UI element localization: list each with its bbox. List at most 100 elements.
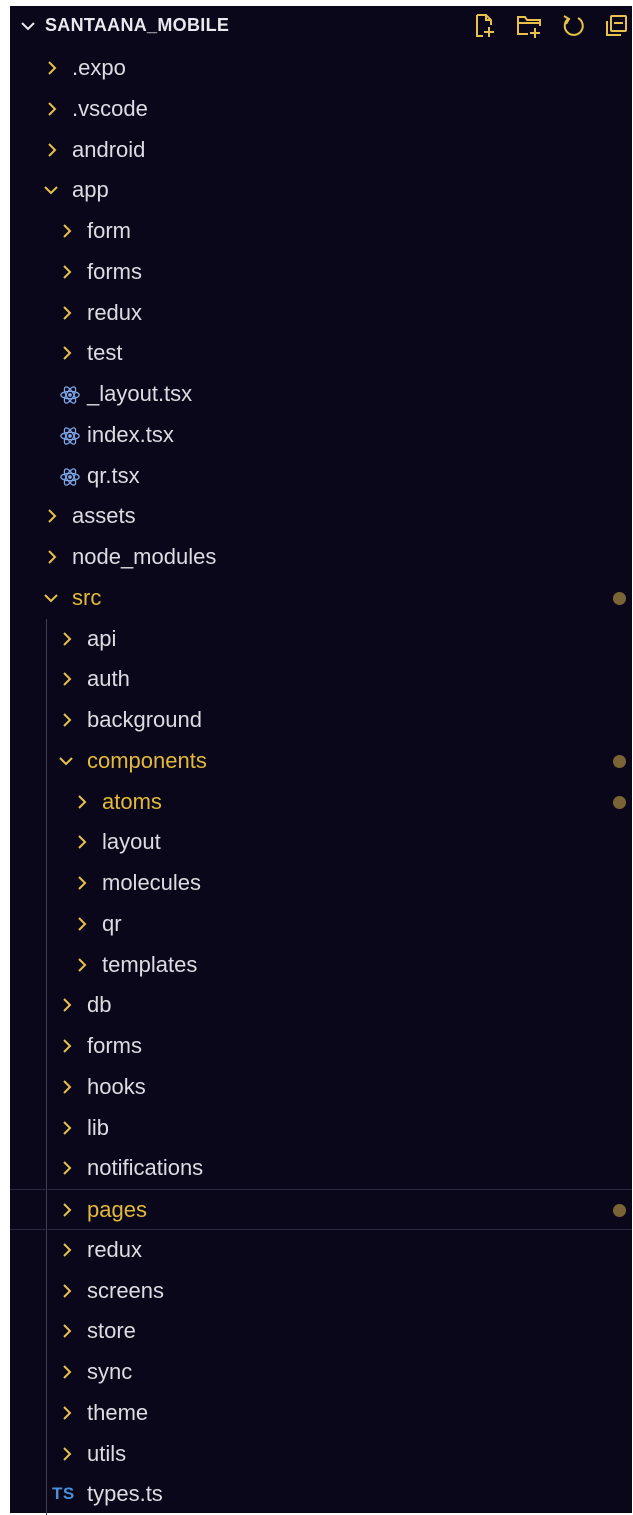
modified-indicator xyxy=(613,755,626,768)
tree-item-label: types.ts xyxy=(87,1482,163,1506)
collapse-all-icon[interactable] xyxy=(604,13,630,39)
tree-item-label: assets xyxy=(72,504,136,528)
tree-item-label: index.tsx xyxy=(87,423,174,447)
folder-vscode[interactable]: .vscode xyxy=(10,89,632,130)
folder-templates[interactable]: templates xyxy=(10,945,632,986)
folder-utils[interactable]: utils xyxy=(10,1434,632,1475)
tree-item-label: templates xyxy=(102,953,197,977)
file-layout-tsx[interactable]: _layout.tsx xyxy=(10,374,632,415)
chevron-right-icon[interactable] xyxy=(45,549,59,565)
modified-indicator xyxy=(613,796,626,809)
chevron-right-icon[interactable] xyxy=(45,142,59,158)
folder-atoms[interactable]: atoms xyxy=(10,782,632,823)
tree-item-label: atoms xyxy=(102,790,162,814)
chevron-right-icon[interactable] xyxy=(45,508,59,524)
chevron-down-icon[interactable] xyxy=(59,753,73,769)
chevron-right-icon[interactable] xyxy=(60,1364,74,1380)
chevron-right-icon[interactable] xyxy=(45,101,59,117)
tree-item-label: notifications xyxy=(87,1156,203,1180)
chevron-down-icon[interactable] xyxy=(44,590,58,606)
folder-db[interactable]: db xyxy=(10,985,632,1026)
chevron-right-icon[interactable] xyxy=(60,1079,74,1095)
chevron-right-icon[interactable] xyxy=(60,712,74,728)
chevron-right-icon[interactable] xyxy=(60,1405,74,1421)
chevron-right-icon[interactable] xyxy=(60,997,74,1013)
file-index-tsx[interactable]: index.tsx xyxy=(10,415,632,456)
folder-theme[interactable]: theme xyxy=(10,1393,632,1434)
chevron-down-icon[interactable] xyxy=(20,18,36,34)
folder-molecules[interactable]: molecules xyxy=(10,863,632,904)
chevron-right-icon[interactable] xyxy=(60,1283,74,1299)
chevron-right-icon[interactable] xyxy=(60,1323,74,1339)
explorer-header[interactable]: SANTAANA_MOBILE xyxy=(10,6,632,46)
folder-notifications[interactable]: notifications xyxy=(10,1148,632,1189)
folder-components[interactable]: components xyxy=(10,741,632,782)
folder-qr[interactable]: qr xyxy=(10,904,632,945)
folder-node-modules[interactable]: node_modules xyxy=(10,537,632,578)
file-types-ts[interactable]: TS types.ts xyxy=(10,1474,632,1515)
folder-screens[interactable]: screens xyxy=(10,1271,632,1312)
folder-background[interactable]: background xyxy=(10,700,632,741)
folder-sync[interactable]: sync xyxy=(10,1352,632,1393)
tree-item-label: node_modules xyxy=(72,545,216,569)
chevron-right-icon[interactable] xyxy=(75,834,89,850)
tree-item-label: background xyxy=(87,708,202,732)
tree-item-label: .expo xyxy=(72,56,126,80)
folder-layout[interactable]: layout xyxy=(10,822,632,863)
folder-forms[interactable]: forms xyxy=(10,1026,632,1067)
chevron-right-icon[interactable] xyxy=(75,794,89,810)
typescript-icon: TS xyxy=(52,1484,75,1504)
folder-expo[interactable]: .expo xyxy=(10,48,632,89)
chevron-right-icon[interactable] xyxy=(60,305,74,321)
folder-auth[interactable]: auth xyxy=(10,659,632,700)
tree-item-label: molecules xyxy=(102,871,201,895)
folder-lib[interactable]: lib xyxy=(10,1108,632,1149)
tree-item-label: test xyxy=(87,341,122,365)
chevron-right-icon[interactable] xyxy=(45,60,59,76)
tree-item-label: api xyxy=(87,627,116,651)
folder-src[interactable]: src xyxy=(10,578,632,619)
chevron-right-icon[interactable] xyxy=(60,264,74,280)
tree-item-label: screens xyxy=(87,1279,164,1303)
folder-app[interactable]: app xyxy=(10,170,632,211)
new-folder-icon[interactable] xyxy=(516,13,542,39)
folder-pages[interactable]: pages xyxy=(10,1189,632,1230)
file-qr-tsx[interactable]: qr.tsx xyxy=(10,456,632,497)
folder-api[interactable]: api xyxy=(10,619,632,660)
chevron-right-icon[interactable] xyxy=(60,1120,74,1136)
folder-redux[interactable]: redux xyxy=(10,293,632,334)
explorer-title: SANTAANA_MOBILE xyxy=(45,15,229,36)
folder-android[interactable]: android xyxy=(10,130,632,171)
chevron-right-icon[interactable] xyxy=(60,223,74,239)
file-explorer: SANTAANA_MOBILE .expo .vscode androidapp fo… xyxy=(10,6,632,1513)
chevron-right-icon[interactable] xyxy=(60,1160,74,1176)
chevron-right-icon[interactable] xyxy=(60,1202,74,1218)
chevron-right-icon[interactable] xyxy=(60,671,74,687)
tree-item-label: form xyxy=(87,219,131,243)
chevron-right-icon[interactable] xyxy=(75,875,89,891)
folder-redux[interactable]: redux xyxy=(10,1230,632,1271)
chevron-right-icon[interactable] xyxy=(75,957,89,973)
chevron-right-icon[interactable] xyxy=(75,916,89,932)
folder-test[interactable]: test xyxy=(10,333,632,374)
folder-hooks[interactable]: hooks xyxy=(10,1067,632,1108)
folder-assets[interactable]: assets xyxy=(10,496,632,537)
tree-item-label: store xyxy=(87,1319,136,1343)
refresh-icon[interactable] xyxy=(560,13,586,39)
tree-item-label: pages xyxy=(87,1198,147,1222)
modified-indicator xyxy=(613,592,626,605)
folder-form[interactable]: form xyxy=(10,211,632,252)
folder-store[interactable]: store xyxy=(10,1311,632,1352)
chevron-right-icon[interactable] xyxy=(60,1242,74,1258)
chevron-down-icon[interactable] xyxy=(44,182,58,198)
chevron-right-icon[interactable] xyxy=(60,1446,74,1462)
tree-item-label: theme xyxy=(87,1401,148,1425)
new-file-icon[interactable] xyxy=(472,13,498,39)
folder-forms[interactable]: forms xyxy=(10,252,632,293)
chevron-right-icon[interactable] xyxy=(60,631,74,647)
tree-item-label: .vscode xyxy=(72,97,148,121)
react-icon xyxy=(59,466,81,488)
chevron-right-icon[interactable] xyxy=(60,345,74,361)
chevron-right-icon[interactable] xyxy=(60,1038,74,1054)
tree-item-label: src xyxy=(72,586,101,610)
